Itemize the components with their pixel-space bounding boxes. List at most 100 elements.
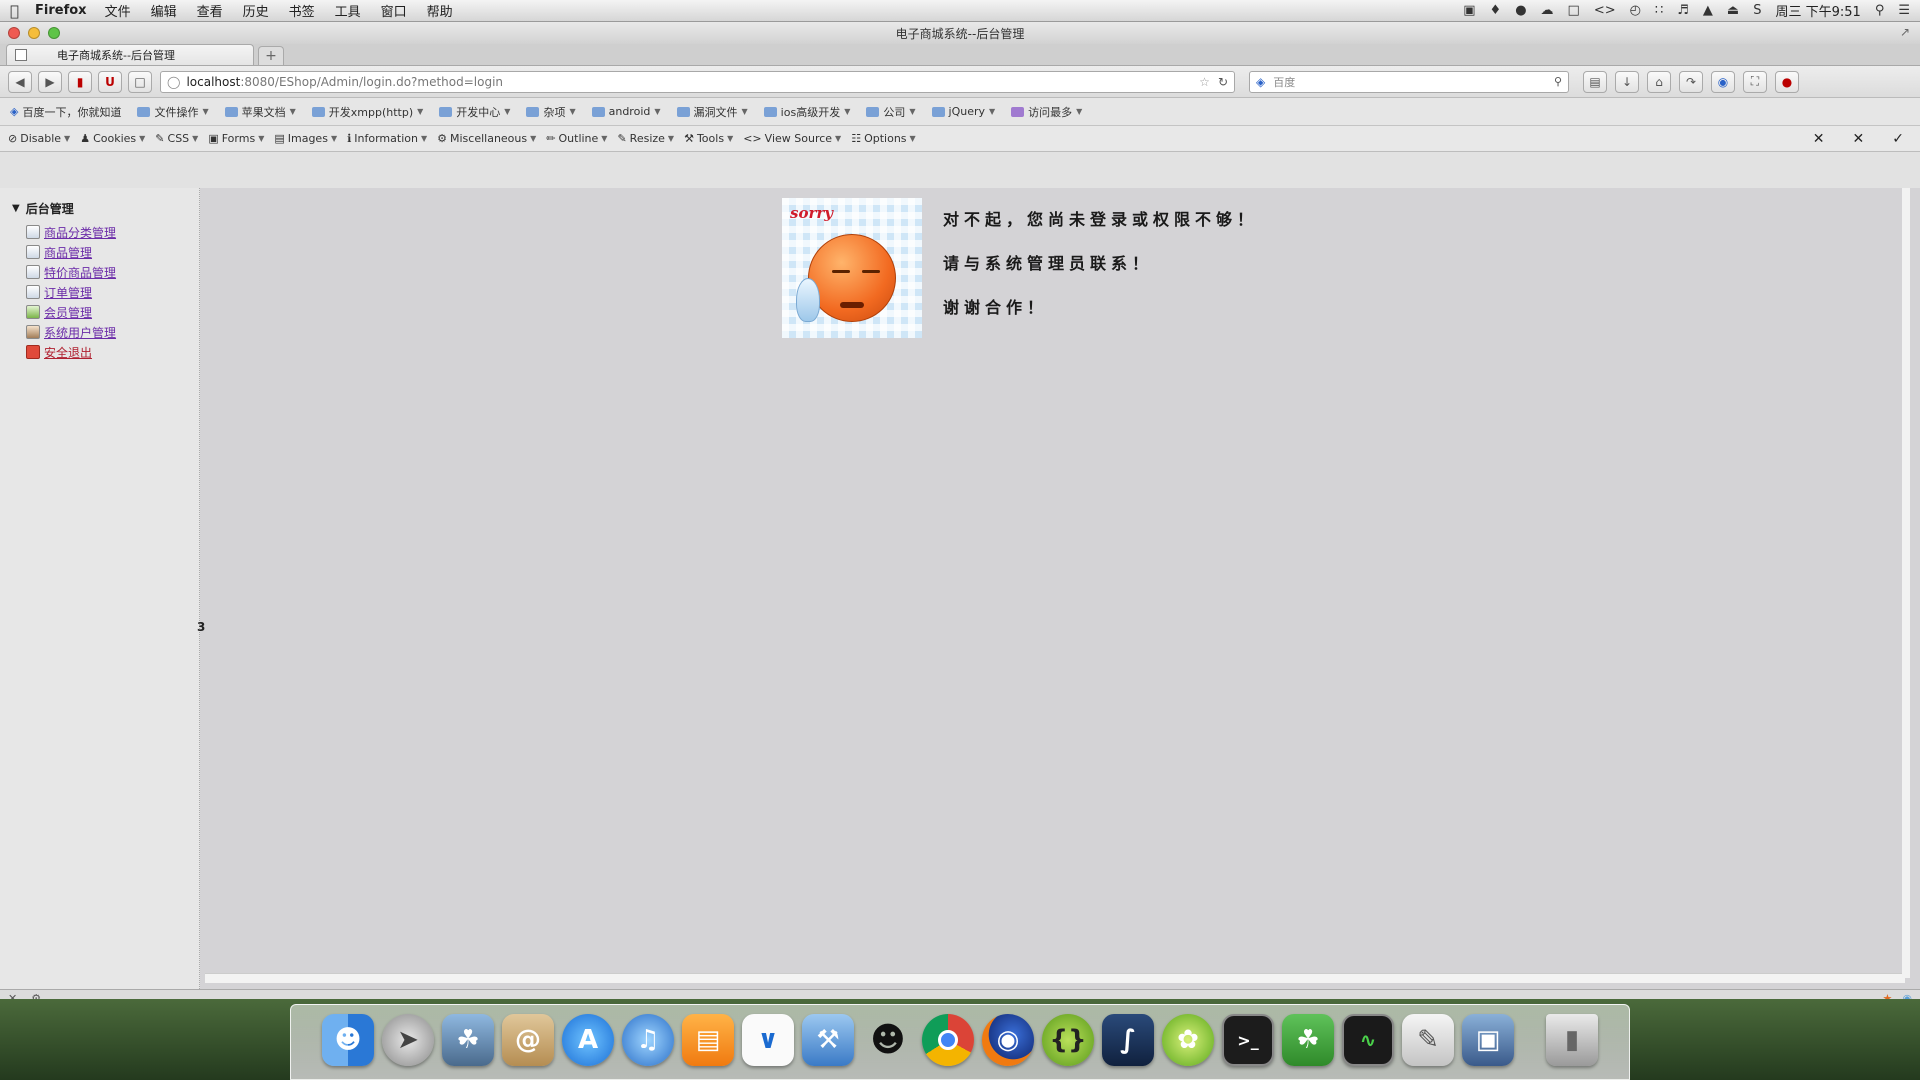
- sync-button[interactable]: ◉: [1711, 70, 1735, 93]
- adblock-button[interactable]: ▮: [68, 70, 92, 93]
- wd-resize[interactable]: ✎ Resize ▼: [617, 132, 674, 145]
- sidebar-item-label[interactable]: 特价商品管理: [44, 264, 116, 281]
- sidebar-item-product-management[interactable]: 商品管理: [26, 242, 199, 262]
- wd-css[interactable]: ✎ CSS ▼: [155, 132, 198, 145]
- image-capture-icon[interactable]: ▣: [1462, 1014, 1514, 1066]
- ublock-button[interactable]: U: [98, 70, 122, 93]
- sidebar-item-logout[interactable]: 安全退出: [26, 342, 199, 362]
- url-bar[interactable]: ◯ localhost:8080/EShop/Admin/login.do?me…: [160, 70, 1235, 93]
- addon-button[interactable]: ●: [1775, 70, 1799, 93]
- bell-icon[interactable]: ♦: [1490, 3, 1502, 18]
- sidebar-item-special-offer-management[interactable]: 特价商品管理: [26, 262, 199, 282]
- evernote-icon[interactable]: ☘: [1282, 1014, 1334, 1066]
- menu-file[interactable]: 文件: [105, 1, 131, 20]
- bluetooth-icon[interactable]: ∷: [1655, 3, 1663, 18]
- bookmark-star-icon[interactable]: ☆: [1199, 75, 1210, 89]
- search-engine-icon[interactable]: ◈: [1256, 75, 1265, 89]
- code-icon[interactable]: <>: [1594, 3, 1616, 18]
- bookmark-folder-file-ops[interactable]: 文件操作 ▼: [137, 104, 209, 120]
- finder-icon[interactable]: ☻: [322, 1014, 374, 1066]
- bookmark-folder-apple-docs[interactable]: 苹果文档 ▼: [224, 104, 296, 120]
- home-button[interactable]: ⌂: [1647, 70, 1671, 93]
- cloud-icon[interactable]: ☁: [1541, 3, 1554, 18]
- wd-options[interactable]: ☷ Options ▼: [851, 132, 915, 145]
- menu-edit[interactable]: 编辑: [151, 1, 177, 20]
- time-machine-icon[interactable]: ◴: [1630, 3, 1641, 18]
- new-tab-button[interactable]: +: [258, 46, 284, 65]
- bookmark-folder-xmpp[interactable]: 开发xmpp(http) ▼: [311, 104, 423, 120]
- preview-icon[interactable]: ☘: [442, 1014, 494, 1066]
- wd-cookies[interactable]: ♟ Cookies ▼: [80, 132, 145, 145]
- fullscreen-icon[interactable]: ↗: [1900, 25, 1910, 39]
- lime-icon[interactable]: ✿: [1162, 1014, 1214, 1066]
- contacts-icon[interactable]: @: [502, 1014, 554, 1066]
- bookmark-folder-ios[interactable]: ios高级开发 ▼: [763, 104, 850, 120]
- wd-disable[interactable]: ⊘ Disable ▼: [8, 132, 70, 145]
- apple-menu-icon[interactable]: : [10, 2, 19, 20]
- bookmark-baidu[interactable]: ◈ 百度一下，你就知道: [10, 104, 121, 120]
- site-identity-icon[interactable]: ◯: [167, 75, 180, 89]
- menu-view[interactable]: 查看: [197, 1, 223, 20]
- itunes-icon[interactable]: ♫: [622, 1014, 674, 1066]
- input-source-icon[interactable]: S: [1753, 3, 1761, 18]
- minimize-window-button[interactable]: [28, 27, 40, 39]
- menu-tools[interactable]: 工具: [335, 1, 361, 20]
- sidebar-item-label[interactable]: 安全退出: [44, 344, 92, 361]
- app-menu-firefox[interactable]: Firefox: [35, 3, 87, 18]
- tab-active[interactable]: 电子商城系统--后台管理: [6, 44, 254, 65]
- horizontal-scrollbar[interactable]: [205, 973, 1905, 983]
- trash-icon[interactable]: ▮: [1546, 1014, 1598, 1066]
- bookmark-folder-dev-center[interactable]: 开发中心 ▼: [439, 104, 510, 120]
- qq-icon[interactable]: ☻: [862, 1014, 914, 1066]
- bookmark-folder-company[interactable]: 公司 ▼: [866, 104, 916, 120]
- clock[interactable]: 周三 下午9:51: [1775, 1, 1860, 20]
- wd-images[interactable]: ▤ Images ▼: [274, 132, 337, 145]
- crop-button[interactable]: ⛶: [1743, 70, 1767, 93]
- sidebar-item-order-management[interactable]: 订单管理: [26, 282, 199, 302]
- forward-button[interactable]: ▶: [38, 70, 62, 93]
- wifi-icon[interactable]: ▲: [1703, 3, 1713, 18]
- sidebar-item-label[interactable]: 会员管理: [44, 304, 92, 321]
- display-icon[interactable]: □: [1568, 3, 1580, 18]
- app-store-icon[interactable]: A: [562, 1014, 614, 1066]
- sidebar-item-member-management[interactable]: 会员管理: [26, 302, 199, 322]
- close-window-button[interactable]: [8, 27, 20, 39]
- bookmark-folder-misc[interactable]: 杂项 ▼: [526, 104, 576, 120]
- wd-information[interactable]: ℹ Information ▼: [347, 132, 427, 145]
- bookmark-folder-vuln[interactable]: 漏洞文件 ▼: [676, 104, 748, 120]
- ibooks-icon[interactable]: ▤: [682, 1014, 734, 1066]
- wd-forms[interactable]: ▣ Forms ▼: [208, 132, 264, 145]
- bookmark-folder-android[interactable]: android ▼: [591, 105, 661, 118]
- activity-monitor-icon[interactable]: ∿: [1342, 1014, 1394, 1066]
- sidebar-item-label[interactable]: 商品管理: [44, 244, 92, 261]
- evernote-status-icon[interactable]: ●: [1515, 3, 1526, 18]
- reader-button[interactable]: □: [128, 70, 152, 93]
- notification-center-icon[interactable]: ☰: [1898, 3, 1910, 18]
- close-icon[interactable]: ✕: [1813, 131, 1825, 147]
- menu-bookmarks[interactable]: 书签: [289, 1, 315, 20]
- search-bar[interactable]: ◈ 百度 ⚲: [1249, 70, 1569, 93]
- menu-window[interactable]: 窗口: [381, 1, 407, 20]
- volume-icon[interactable]: ♬: [1677, 3, 1689, 18]
- bookmark-folder-jquery[interactable]: jQuery ▼: [931, 105, 995, 118]
- tree-root[interactable]: ▼ 后台管理: [12, 200, 199, 217]
- camera-icon[interactable]: ▣: [1463, 3, 1475, 18]
- sidebar-item-label[interactable]: 订单管理: [44, 284, 92, 301]
- instruments-icon[interactable]: ∨: [742, 1014, 794, 1066]
- vertical-scrollbar[interactable]: [1902, 188, 1910, 978]
- checkmark-icon[interactable]: ✓: [1892, 131, 1904, 147]
- sublime-icon[interactable]: ∫: [1102, 1014, 1154, 1066]
- chrome-icon[interactable]: [922, 1014, 974, 1066]
- wd-tools[interactable]: ⚒ Tools ▼: [684, 132, 733, 145]
- close-toolbar-icon[interactable]: ✕: [1853, 131, 1865, 147]
- spotlight-icon[interactable]: ⚲: [1875, 3, 1885, 18]
- wd-miscellaneous[interactable]: ⚙ Miscellaneous ▼: [437, 132, 536, 145]
- xcode-icon[interactable]: ⚒: [802, 1014, 854, 1066]
- downloads-button[interactable]: ↓: [1615, 70, 1639, 93]
- eject-icon[interactable]: ⏏: [1727, 3, 1739, 18]
- sidebar-item-category-management[interactable]: 商品分类管理: [26, 222, 199, 242]
- wd-view-source[interactable]: <> View Source ▼: [743, 132, 841, 145]
- share-button[interactable]: ↷: [1679, 70, 1703, 93]
- sidebar-item-label[interactable]: 商品分类管理: [44, 224, 116, 241]
- script-editor-icon[interactable]: ✎: [1402, 1014, 1454, 1066]
